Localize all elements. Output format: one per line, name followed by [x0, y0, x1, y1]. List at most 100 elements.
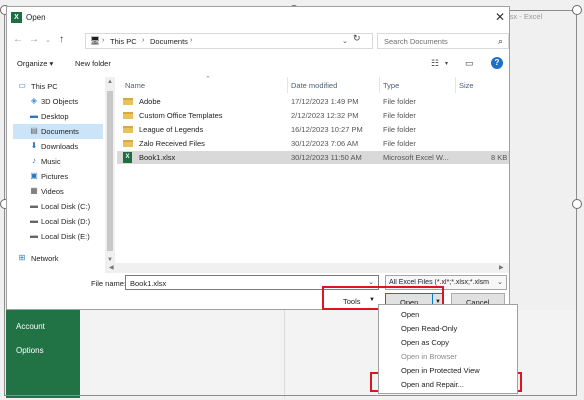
music-icon: ♪	[32, 156, 36, 165]
menu-item-label: Open and Repair...	[401, 380, 464, 389]
column-size[interactable]: Size	[459, 81, 474, 90]
file-row[interactable]: League of Legends 16/12/2023 10:27 PM Fi…	[117, 123, 509, 136]
menu-item-open-and-repair[interactable]: Open and Repair...	[379, 377, 517, 391]
drive-icon: ▬	[30, 201, 38, 210]
nav-item-local-disk-c[interactable]: ▬ Local Disk (C:)	[13, 199, 103, 214]
download-icon: ⬇	[30, 141, 38, 150]
address-bar[interactable]: 🖥 › This PC › Documents › ⌄	[85, 33, 373, 49]
scroll-right-icon[interactable]: ▶	[499, 264, 504, 271]
nav-item-local-disk-e[interactable]: ▬ Local Disk (E:)	[13, 229, 103, 244]
navpane-scrollbar[interactable]: ▲ ▼	[105, 77, 115, 269]
column-type[interactable]: Type	[383, 81, 399, 90]
breadcrumb-separator-icon: ›	[190, 37, 193, 44]
menu-item-open[interactable]: Open	[379, 307, 517, 321]
computer-icon: ▭	[18, 81, 26, 90]
column-divider	[379, 77, 380, 93]
file-size: 8 KB	[491, 153, 508, 162]
column-date-modified[interactable]: Date modified	[291, 81, 337, 90]
folder-icon	[123, 140, 133, 147]
new-folder-button[interactable]: New folder	[75, 59, 111, 68]
breadcrumb-documents[interactable]: Documents	[150, 37, 188, 46]
column-name[interactable]: Name	[125, 81, 145, 90]
scroll-thumb[interactable]	[107, 91, 113, 251]
column-divider	[287, 77, 288, 93]
search-icon: ⌕	[497, 36, 503, 46]
chevron-down-icon[interactable]: ⌄	[497, 278, 503, 286]
menu-item-label: Open in Protected View	[401, 366, 480, 375]
help-icon[interactable]: ?	[491, 57, 503, 69]
dialog-toolbar: Organize ▾ New folder ☷ ▾ ▭ ?	[7, 55, 509, 75]
up-arrow-icon[interactable]: ↑	[59, 34, 64, 45]
nav-item-local-disk-d[interactable]: ▬ Local Disk (D:)	[13, 214, 103, 229]
breadcrumb-separator-icon: ›	[142, 37, 145, 44]
excel-app-icon: X	[11, 12, 22, 23]
forward-arrow-icon[interactable]: →	[29, 34, 39, 45]
nav-label: Local Disk (D:)	[41, 217, 91, 226]
menu-item-open-read-only[interactable]: Open Read-Only	[379, 321, 517, 335]
nav-label: Documents	[41, 127, 79, 136]
nav-label: Downloads	[41, 142, 79, 151]
resize-handle[interactable]	[572, 5, 582, 15]
recent-locations-chevron-icon[interactable]: ⌄	[45, 36, 51, 44]
nav-item-desktop[interactable]: ▬ Desktop	[13, 109, 103, 124]
nav-item-this-pc[interactable]: ▭ This PC	[13, 79, 103, 94]
desktop-icon: ▬	[30, 111, 38, 120]
menu-item-label: Open as Copy	[401, 338, 449, 347]
open-options-menu: Open Open Read-Only Open as Copy Open in…	[378, 304, 518, 394]
file-row-selected[interactable]: X Book1.xlsx 30/12/2023 11:50 AM Microso…	[117, 151, 509, 164]
nav-label: Pictures	[41, 172, 69, 181]
address-dropdown-icon[interactable]: ⌄	[342, 37, 348, 45]
file-list: ⌃ Name Date modified Type Size Adobe 17/…	[117, 75, 509, 263]
file-row[interactable]: Adobe 17/12/2023 1:49 PM File folder	[117, 95, 509, 108]
picture-icon: ▣	[30, 171, 38, 180]
search-input[interactable]: Search Documents ⌕	[377, 33, 509, 49]
menu-item-open-in-browser: Open in Browser	[379, 349, 517, 363]
column-divider	[455, 77, 456, 93]
file-row[interactable]: Zalo Received Files 30/12/2023 7:06 AM F…	[117, 137, 509, 150]
menu-item-open-protected-view[interactable]: Open in Protected View	[379, 363, 517, 377]
file-name-label: File name:	[91, 279, 127, 288]
file-name: Adobe	[139, 97, 161, 106]
dialog-title: Open	[26, 13, 46, 22]
folder-icon	[123, 126, 133, 133]
chevron-down-icon[interactable]: ⌄	[368, 278, 374, 286]
organize-button[interactable]: Organize ▾	[17, 59, 53, 68]
nav-label: Music	[41, 157, 61, 166]
file-date: 16/12/2023 10:27 PM	[291, 125, 363, 134]
dialog-titlebar: X Open ✕	[7, 7, 509, 27]
back-arrow-icon[interactable]: ←	[13, 34, 23, 45]
file-name: Book1.xlsx	[139, 153, 176, 162]
document-icon: ▤	[30, 126, 38, 135]
network-icon: ⊞	[18, 253, 26, 262]
resize-handle[interactable]	[572, 199, 582, 209]
breadcrumb-separator-icon: ›	[102, 37, 105, 44]
preview-pane-icon[interactable]: ▭	[465, 58, 474, 69]
refresh-icon[interactable]: ↻	[353, 33, 361, 44]
nav-item-documents[interactable]: ▤ Documents	[13, 124, 103, 139]
nav-item-videos[interactable]: ▦ Videos	[13, 184, 103, 199]
breadcrumb-this-pc[interactable]: This PC	[110, 37, 137, 46]
drive-icon: ▬	[30, 231, 38, 240]
file-type: File folder	[383, 97, 416, 106]
folder-icon	[123, 112, 133, 119]
scroll-up-icon[interactable]: ▲	[107, 79, 113, 85]
close-icon[interactable]: ✕	[495, 10, 505, 24]
nav-item-network[interactable]: ⊞ Network	[13, 251, 103, 266]
file-name: League of Legends	[139, 125, 204, 134]
file-row[interactable]: Custom Office Templates 2/12/2023 12:32 …	[117, 109, 509, 122]
nav-label: Local Disk (E:)	[41, 232, 90, 241]
file-type: File folder	[383, 125, 416, 134]
menu-item-label: Open	[401, 310, 420, 319]
nav-label: Desktop	[41, 112, 69, 121]
view-options-icon[interactable]: ☷	[431, 58, 439, 69]
menu-item-open-as-copy[interactable]: Open as Copy	[379, 335, 517, 349]
scroll-left-icon[interactable]: ◀	[109, 264, 114, 271]
horizontal-scrollbar[interactable]: ◀ ▶	[105, 263, 509, 273]
nav-item-music[interactable]: ♪ Music	[13, 154, 103, 169]
nav-label: 3D Objects	[41, 97, 79, 106]
nav-item-downloads[interactable]: ⬇ Downloads	[13, 139, 103, 154]
chevron-down-icon[interactable]: ▾	[445, 60, 448, 67]
nav-item-pictures[interactable]: ▣ Pictures	[13, 169, 103, 184]
nav-item-3d-objects[interactable]: ◈ 3D Objects	[13, 94, 103, 109]
file-date: 17/12/2023 1:49 PM	[291, 97, 359, 106]
